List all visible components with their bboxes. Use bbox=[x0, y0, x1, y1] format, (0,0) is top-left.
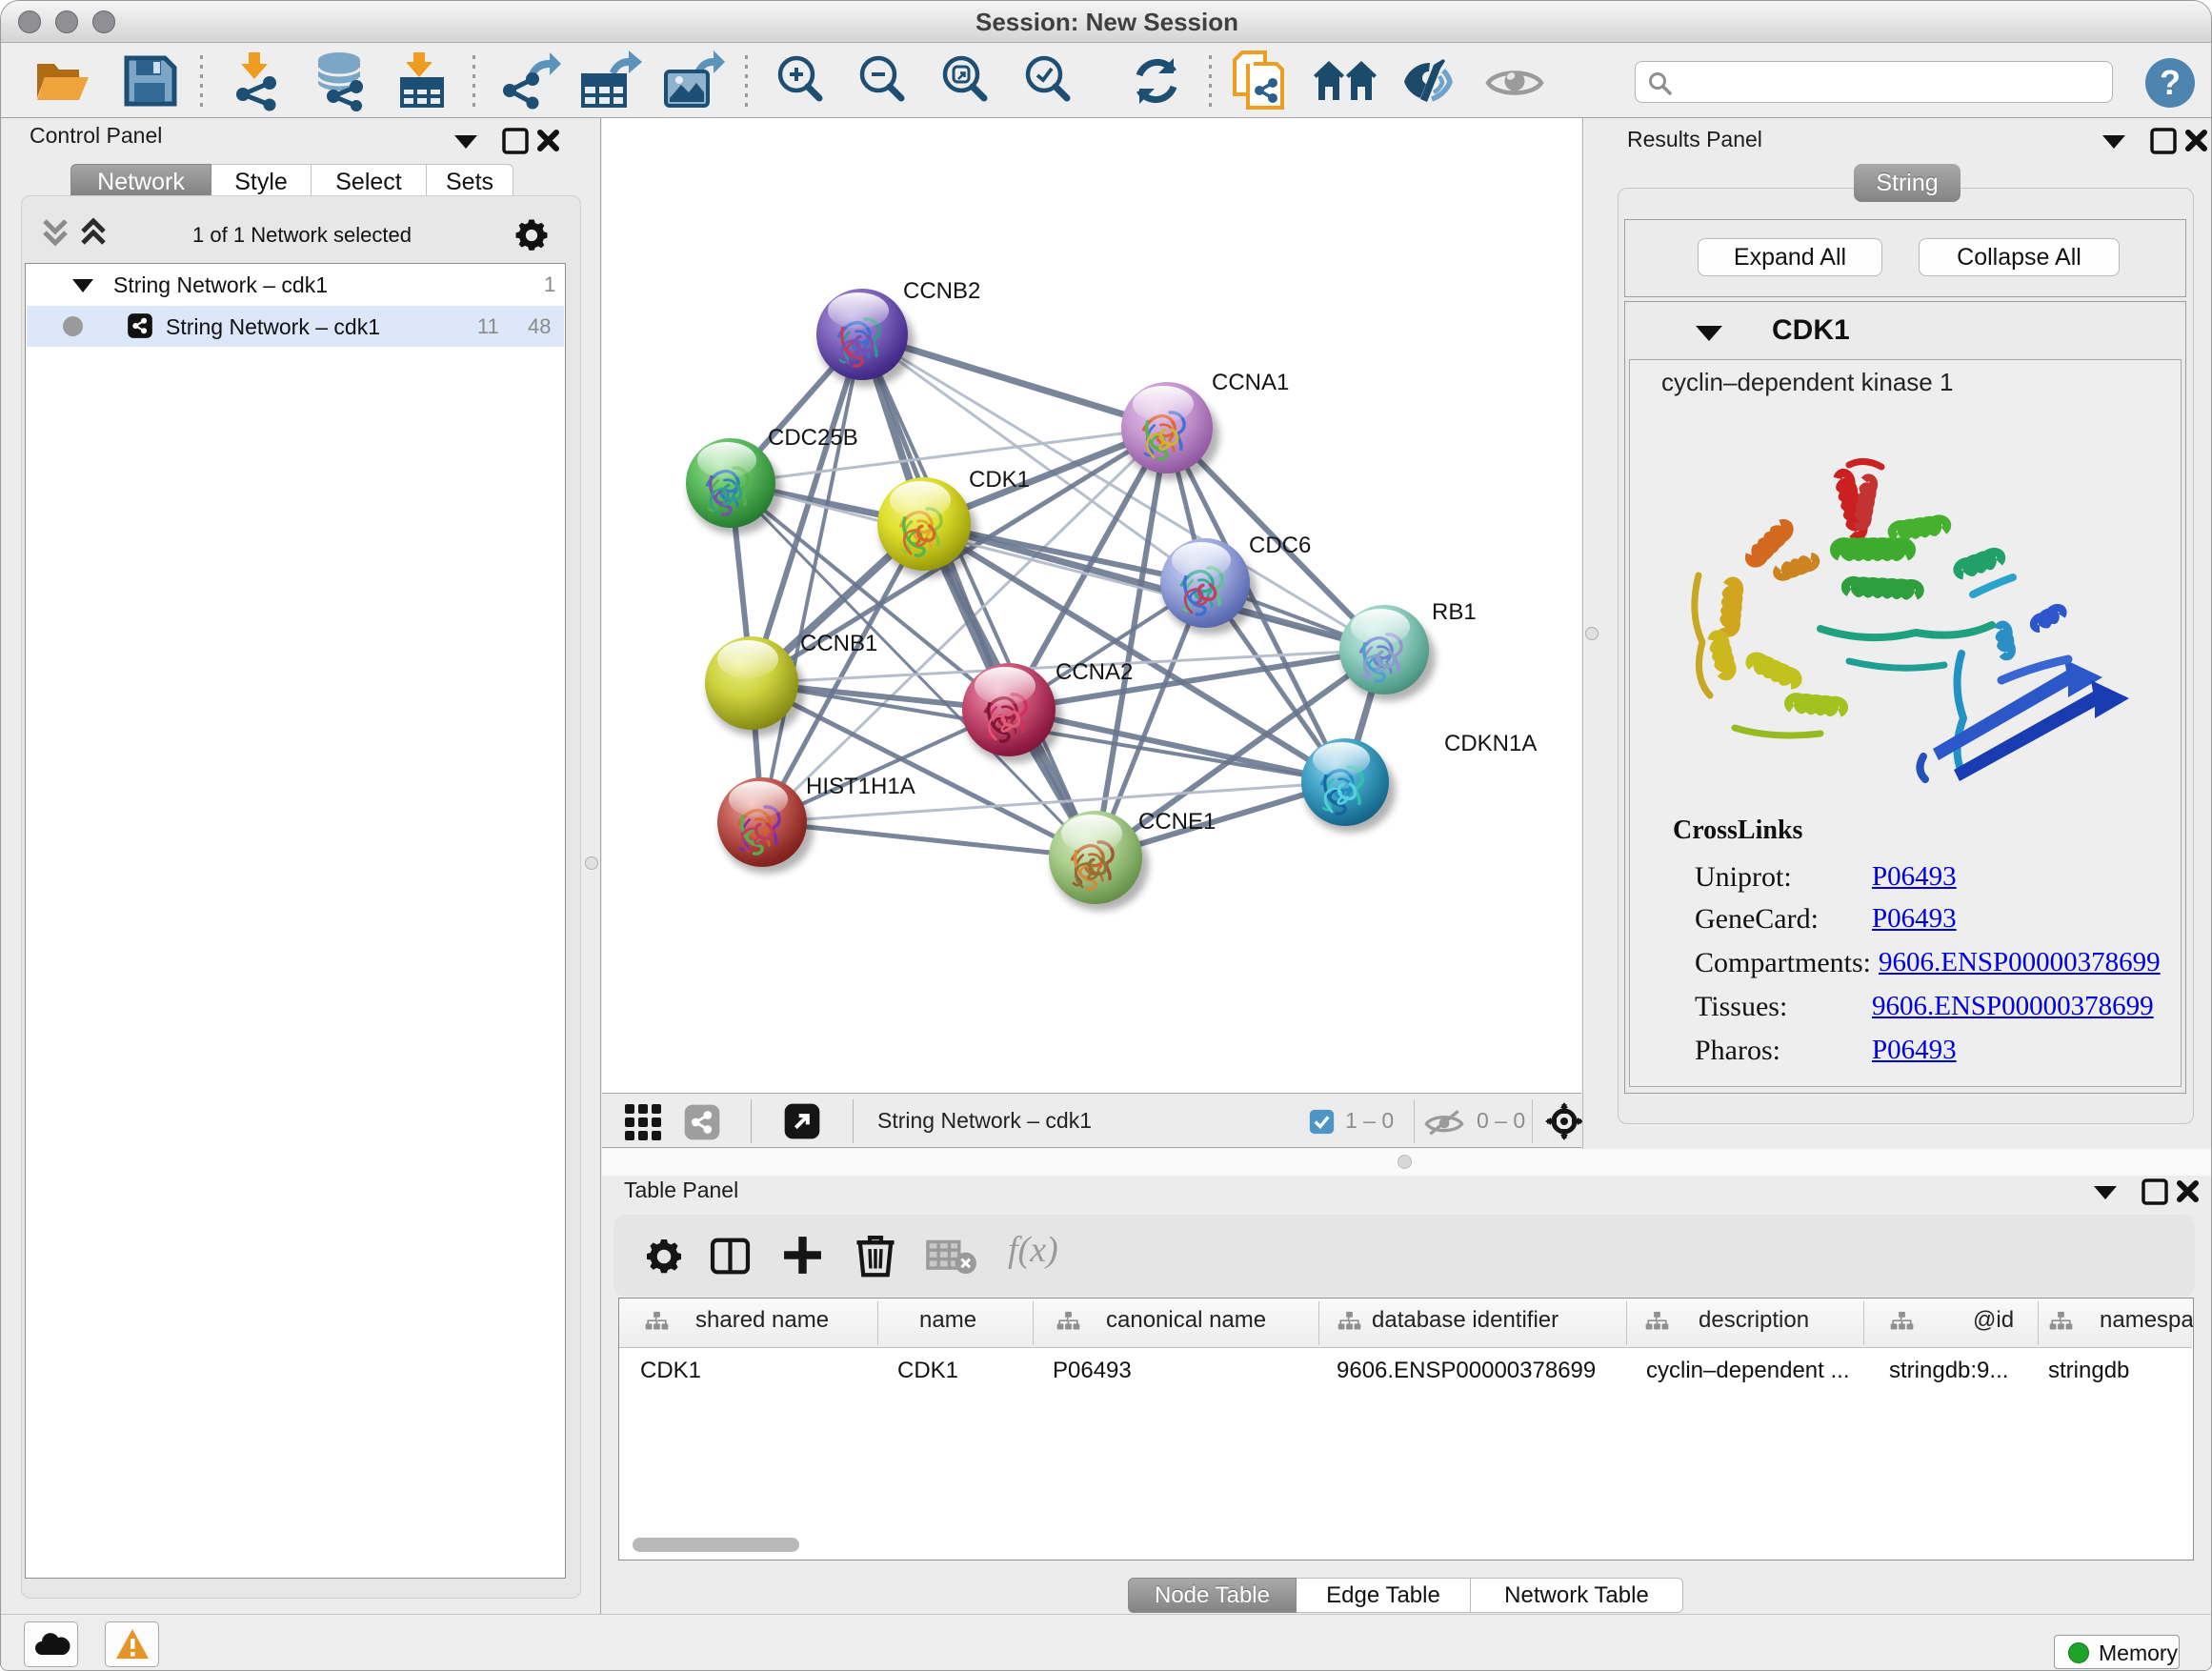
svg-text:CCNB2: CCNB2 bbox=[903, 278, 980, 304]
svg-text:CDK1: CDK1 bbox=[969, 467, 1030, 493]
svg-text:CDC6: CDC6 bbox=[1249, 533, 1311, 558]
svg-text:RB1: RB1 bbox=[1432, 599, 1477, 625]
svg-text:HIST1H1A: HIST1H1A bbox=[806, 774, 915, 799]
svg-text:CDC25B: CDC25B bbox=[768, 425, 858, 451]
svg-text:CCNE1: CCNE1 bbox=[1138, 809, 1216, 835]
svg-text:CDKN1A: CDKN1A bbox=[1444, 731, 1537, 756]
svg-text:?: ? bbox=[2160, 63, 2181, 102]
svg-text:CCNA1: CCNA1 bbox=[1212, 370, 1289, 395]
svg-text:CCNA2: CCNA2 bbox=[1056, 659, 1133, 685]
svg-text:CCNB1: CCNB1 bbox=[800, 631, 877, 656]
